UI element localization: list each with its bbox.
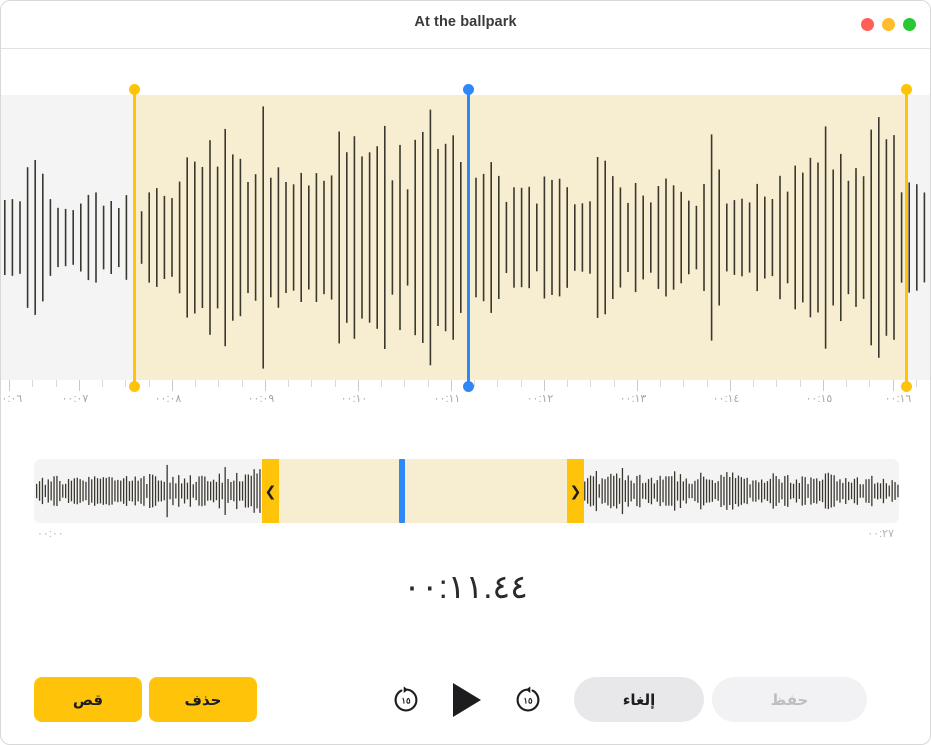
- playhead-knob-bottom[interactable]: [463, 381, 474, 392]
- ruler-label: ٠٠:١٠: [340, 393, 368, 405]
- overview-selection-region: [279, 459, 567, 523]
- selection-end-handle[interactable]: [901, 84, 912, 392]
- ruler-label: ٠٠:١٣: [619, 393, 647, 405]
- close-button[interactable]: [861, 18, 874, 31]
- selection-start-knob-bottom[interactable]: [129, 381, 140, 392]
- ruler-label: ٠٠:٠٦: [1, 393, 23, 405]
- save-button[interactable]: حفظ: [712, 677, 867, 722]
- skip-back-15-button[interactable]: ١٥: [513, 685, 543, 715]
- cancel-button[interactable]: إلغاء: [574, 677, 704, 722]
- ruler-label: ٠٠:١٤: [712, 393, 740, 405]
- skip-back-15-icon: ١٥: [516, 685, 539, 711]
- ruler-label: ٠٠:٠٨: [154, 393, 182, 405]
- audio-trim-window: At the ballpark ٠٠:٠٦ ٠٠:٠٧ ٠٠:٠٨ ٠٠:٠٩ ٠٠:١…: [0, 0, 931, 745]
- minimize-button[interactable]: [882, 18, 895, 31]
- ruler-label: ٠٠:٠٧: [61, 393, 89, 405]
- play-button[interactable]: [450, 681, 484, 719]
- skip-forward-15-button[interactable]: ١٥: [391, 685, 421, 715]
- selection-end-knob-top[interactable]: [901, 84, 912, 95]
- window-title: At the ballpark: [414, 14, 517, 30]
- bottom-toolbar: حفظ إلغاء حذف قص ١٥ ١٥: [1, 677, 930, 725]
- delete-button[interactable]: حذف: [149, 677, 257, 722]
- ruler-label: ٠٠:٠٩: [247, 393, 275, 405]
- trim-button[interactable]: قص: [34, 677, 142, 722]
- skip-back-amount: ١٥: [523, 695, 533, 705]
- overview-playhead[interactable]: [399, 459, 405, 523]
- playhead[interactable]: [463, 84, 474, 392]
- overview-end-time: ٠٠:٢٧: [867, 528, 894, 540]
- play-icon: [452, 682, 481, 717]
- ruler-label: ٠٠:١٢: [526, 393, 554, 405]
- skip-forward-amount: ١٥: [401, 695, 411, 705]
- overview-scrubber[interactable]: ❯ ❮: [34, 459, 899, 523]
- ruler-label: ٠٠:١١: [433, 393, 461, 405]
- overview-selection-start-handle[interactable]: ❯: [262, 459, 279, 523]
- overview-selection-end-handle[interactable]: ❮: [567, 459, 584, 523]
- overview-start-time: ٠٠:٠٠: [37, 528, 64, 540]
- zoom-button[interactable]: [903, 18, 916, 31]
- ruler-label: ٠٠:١٦: [884, 393, 912, 405]
- current-time-display: ٠٠:١١.٤٤: [403, 568, 528, 605]
- main-waveform[interactable]: [1, 95, 931, 380]
- playhead-knob-top[interactable]: [463, 84, 474, 95]
- selection-start-handle[interactable]: [129, 84, 140, 392]
- selection-start-knob-top[interactable]: [129, 84, 140, 95]
- title-bar: At the ballpark: [1, 1, 930, 49]
- ruler-label: ٠٠:١٥: [805, 393, 833, 405]
- waveform-editor[interactable]: [1, 95, 931, 380]
- selection-end-knob-bottom[interactable]: [901, 381, 912, 392]
- skip-forward-15-icon: ١٥: [394, 685, 417, 711]
- window-controls: [861, 18, 916, 31]
